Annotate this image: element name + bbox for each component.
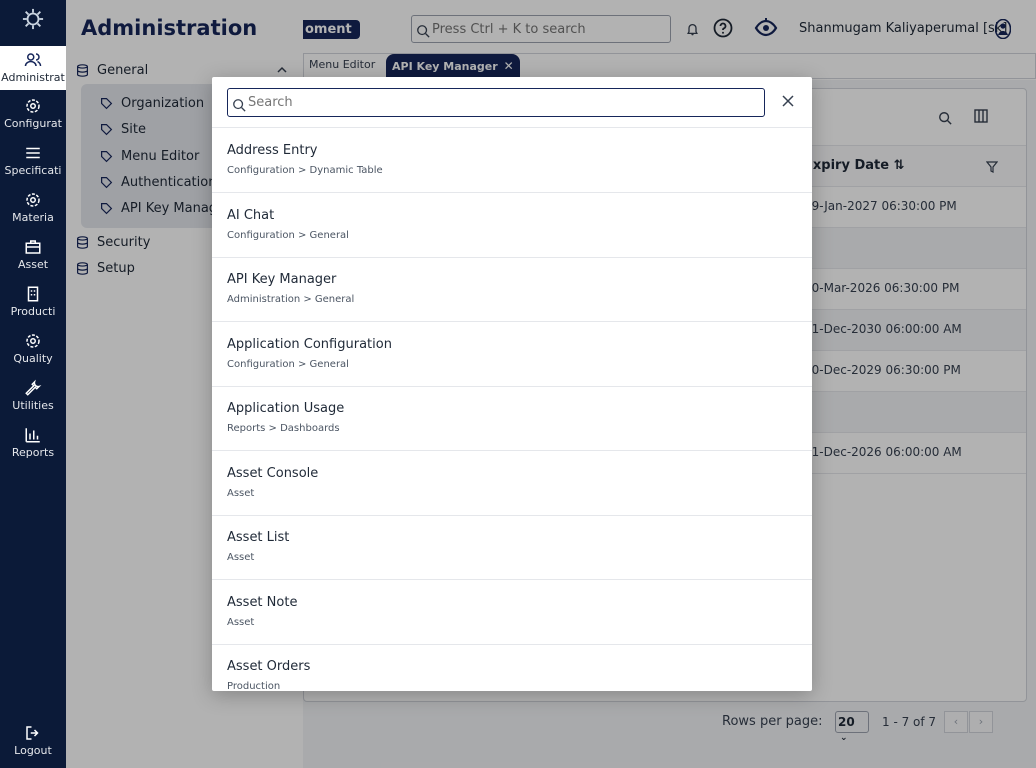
rail-label: Specificati [4, 164, 62, 177]
result-path: Configuration > General [227, 358, 349, 370]
search-result-item[interactable]: Application Usage Reports > Dashboards [212, 386, 812, 451]
rail-item-production[interactable]: Producti [0, 285, 66, 329]
result-title: Asset Console [227, 465, 319, 481]
wrench-icon [25, 379, 42, 396]
rail-item-asset[interactable]: Asset [0, 238, 66, 282]
result-title: Asset List [227, 530, 290, 545]
gear-icon [26, 334, 40, 348]
result-path: Asset [227, 487, 255, 499]
search-result-item[interactable]: Asset List Asset [212, 515, 812, 580]
search-result-item[interactable]: API Key Manager Administration > General [212, 257, 812, 322]
rail-label: Reports [11, 446, 55, 459]
close-icon[interactable] [780, 93, 796, 109]
logout-icon [26, 726, 39, 740]
rail-label: Asset [17, 258, 49, 271]
search-icon [233, 99, 246, 112]
result-path: Production [227, 681, 281, 691]
rail-label: Configurat [4, 117, 62, 130]
dialog-header [212, 77, 812, 128]
users-icon [24, 53, 42, 67]
search-result-item[interactable]: Asset Console Asset [212, 451, 812, 516]
result-title: Application Configuration [227, 336, 392, 352]
result-title: Asset Note [227, 594, 298, 610]
rail-label: Utilities [12, 399, 54, 412]
search-result-item[interactable]: Asset Note Asset [212, 580, 812, 645]
result-path: Reports > Dashboards [227, 423, 340, 434]
command-search-dialog: Address Entry Configuration > Dynamic Tab… [212, 77, 812, 691]
rail-item-quality[interactable]: Quality [0, 332, 66, 376]
dialog-search-box[interactable] [227, 88, 765, 117]
search-result-item[interactable]: Application Configuration Configuration >… [212, 322, 812, 387]
search-result-item[interactable]: Asset Orders Production [212, 644, 812, 691]
gear-icon [26, 99, 40, 113]
briefcase-icon [25, 240, 41, 254]
result-path: Configuration > Dynamic Table [227, 165, 383, 176]
rail-label: Materia [12, 211, 54, 224]
result-path: Administration > General [227, 294, 355, 305]
result-path: Configuration > General [227, 229, 349, 241]
result-path: Asset [227, 552, 255, 563]
search-results-list: Address Entry Configuration > Dynamic Tab… [212, 128, 812, 691]
search-result-item[interactable]: AI Chat Configuration > General [212, 193, 812, 258]
rail-label: Producti [10, 305, 56, 318]
app-logo-icon[interactable] [22, 8, 44, 30]
dialog-search-input[interactable] [248, 93, 758, 112]
result-path: Asset [227, 616, 255, 628]
rail-label: Quality [13, 352, 53, 365]
result-title: Address Entry [227, 143, 318, 158]
result-title: API Key Manager [227, 272, 337, 287]
building-icon [27, 286, 39, 302]
bar-chart-icon [25, 428, 40, 443]
gear-icon [26, 193, 40, 207]
result-title: Asset Orders [227, 659, 311, 674]
rail-item-administration[interactable]: Administrat [0, 46, 66, 90]
result-title: AI Chat [227, 207, 275, 223]
rail-item-logout[interactable]: Logout [0, 724, 66, 768]
rail-item-material[interactable]: Materia [0, 191, 66, 235]
app-rail: Administrat Configurat Specificati Mater… [0, 0, 66, 768]
rail-label: Administrat [1, 71, 65, 84]
result-title: Application Usage [227, 401, 345, 416]
rail-item-specification[interactable]: Specificati [0, 144, 66, 188]
rail-label: Logout [14, 744, 52, 757]
rail-item-reports[interactable]: Reports [0, 426, 66, 470]
list-icon [26, 147, 40, 159]
rail-item-utilities[interactable]: Utilities [0, 379, 66, 423]
rail-item-configuration[interactable]: Configurat [0, 97, 66, 141]
search-result-item[interactable]: Address Entry Configuration > Dynamic Tab… [212, 128, 812, 193]
